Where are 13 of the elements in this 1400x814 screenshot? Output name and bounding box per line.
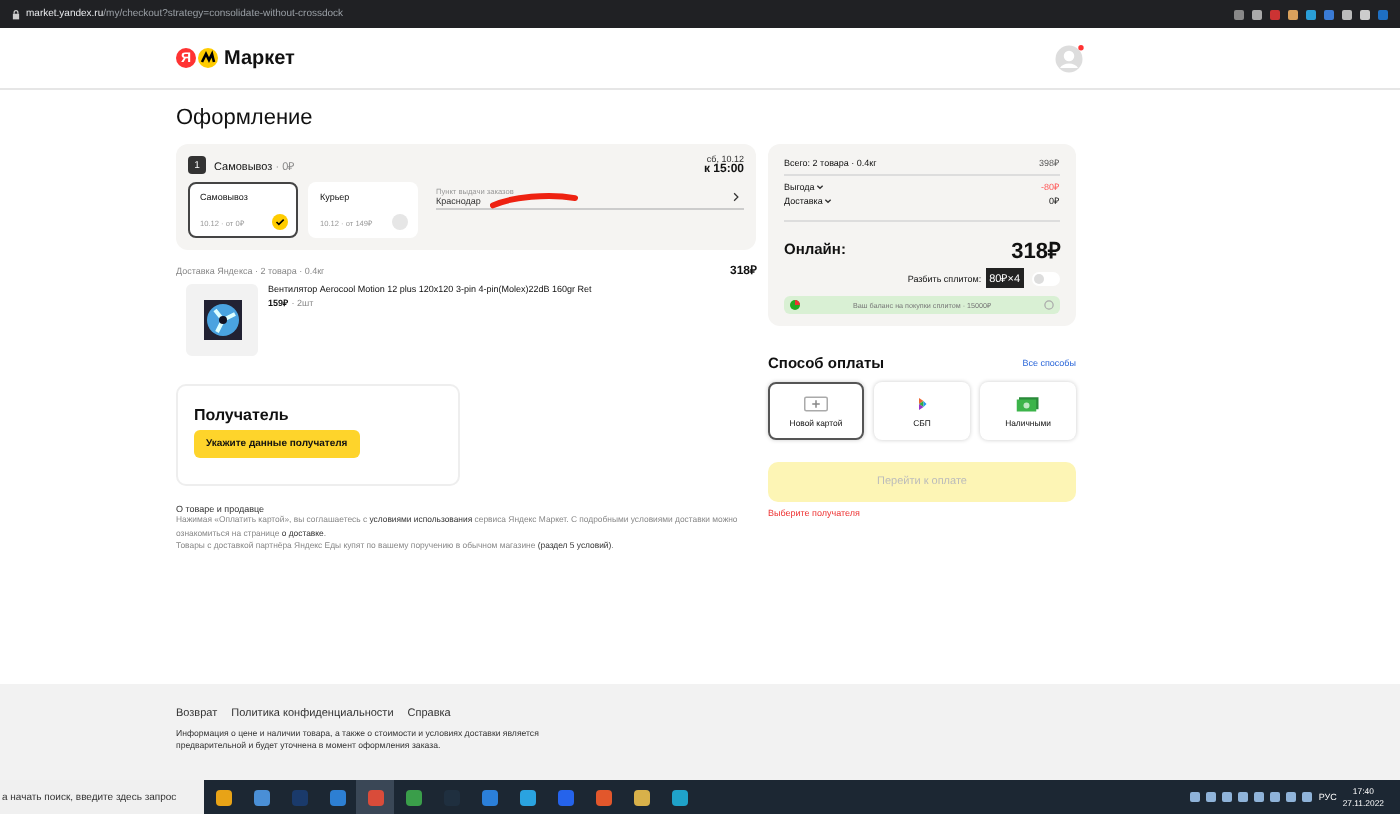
- split-logo-icon: [790, 300, 800, 310]
- lock-icon: [12, 9, 20, 19]
- cash-icon: [1016, 395, 1040, 411]
- avatar-icon[interactable]: [1054, 43, 1084, 73]
- plus-card-icon: [804, 395, 828, 411]
- recipient-title: Получатель: [194, 406, 289, 424]
- chevron-right-icon: [732, 192, 740, 202]
- radio-icon: [392, 214, 408, 230]
- page-title: Оформление: [176, 104, 315, 134]
- online-total: 318₽: [1011, 238, 1060, 264]
- check-icon: [272, 214, 288, 230]
- split-toggle[interactable]: [1032, 271, 1060, 285]
- scribble-mark: [490, 192, 578, 210]
